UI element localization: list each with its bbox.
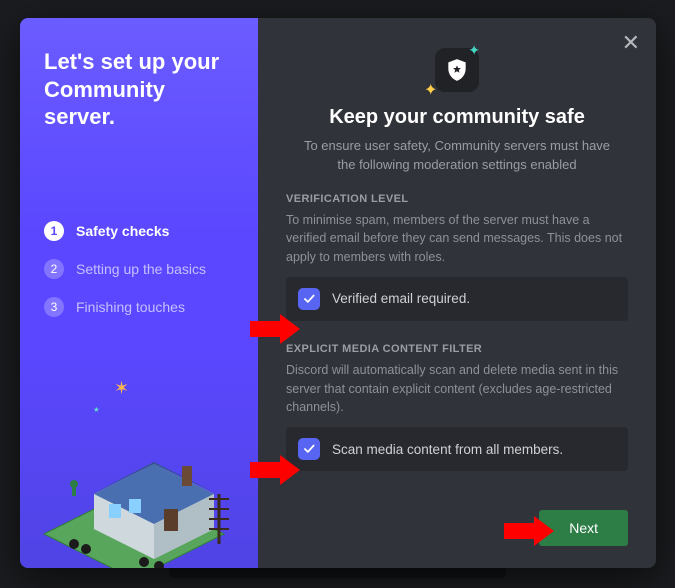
main-subheading: To ensure user safety, Community servers… [286,137,628,175]
setup-steps: 1 Safety checks 2 Setting up the basics … [44,221,234,317]
svg-text:⋆: ⋆ [92,401,101,417]
sidebar-title: Let's set up your Community server. [44,48,234,131]
verification-level-title: VERIFICATION LEVEL [286,193,628,205]
annotation-arrow-icon [250,314,300,344]
sidebar-illustration: ✶ ⋆ [20,344,274,568]
step-finishing-touches[interactable]: 3 Finishing touches [44,297,234,317]
step-label: Safety checks [76,223,169,239]
explicit-filter-title: EXPLICIT MEDIA CONTENT FILTER [286,343,628,355]
step-label: Finishing touches [76,299,185,315]
modal-footer: Next [286,510,628,546]
step-number: 1 [44,221,64,241]
checkbox-label: Scan media content from all members. [332,442,563,457]
verification-level-desc: To minimise spam, members of the server … [286,211,628,267]
step-setting-up-basics[interactable]: 2 Setting up the basics [44,259,234,279]
modal-main: ✕ ✦ ✦ Keep your community safe To ensure… [258,18,656,568]
sparkle-icon: ✦ [424,80,437,100]
annotation-arrow-icon [504,516,554,546]
step-safety-checks[interactable]: 1 Safety checks [44,221,234,241]
checkbox-label: Verified email required. [332,291,470,306]
step-number: 2 [44,259,64,279]
sparkle-icon: ✦ [468,42,480,59]
community-setup-modal: Let's set up your Community server. 1 Sa… [20,18,656,568]
header-icon-wrap: ✦ ✦ [286,48,628,92]
scan-media-checkbox-row[interactable]: Scan media content from all members. [286,427,628,471]
main-heading: Keep your community safe [286,106,628,129]
modal-sidebar: Let's set up your Community server. 1 Sa… [20,18,258,568]
verified-email-checkbox-row[interactable]: Verified email required. [286,277,628,321]
checkbox-checked-icon[interactable] [298,438,320,460]
step-label: Setting up the basics [76,261,206,277]
checkbox-checked-icon[interactable] [298,288,320,310]
annotation-arrow-icon [250,455,300,485]
step-number: 3 [44,297,64,317]
explicit-filter-desc: Discord will automatically scan and dele… [286,361,628,417]
svg-text:✶: ✶ [114,378,129,398]
